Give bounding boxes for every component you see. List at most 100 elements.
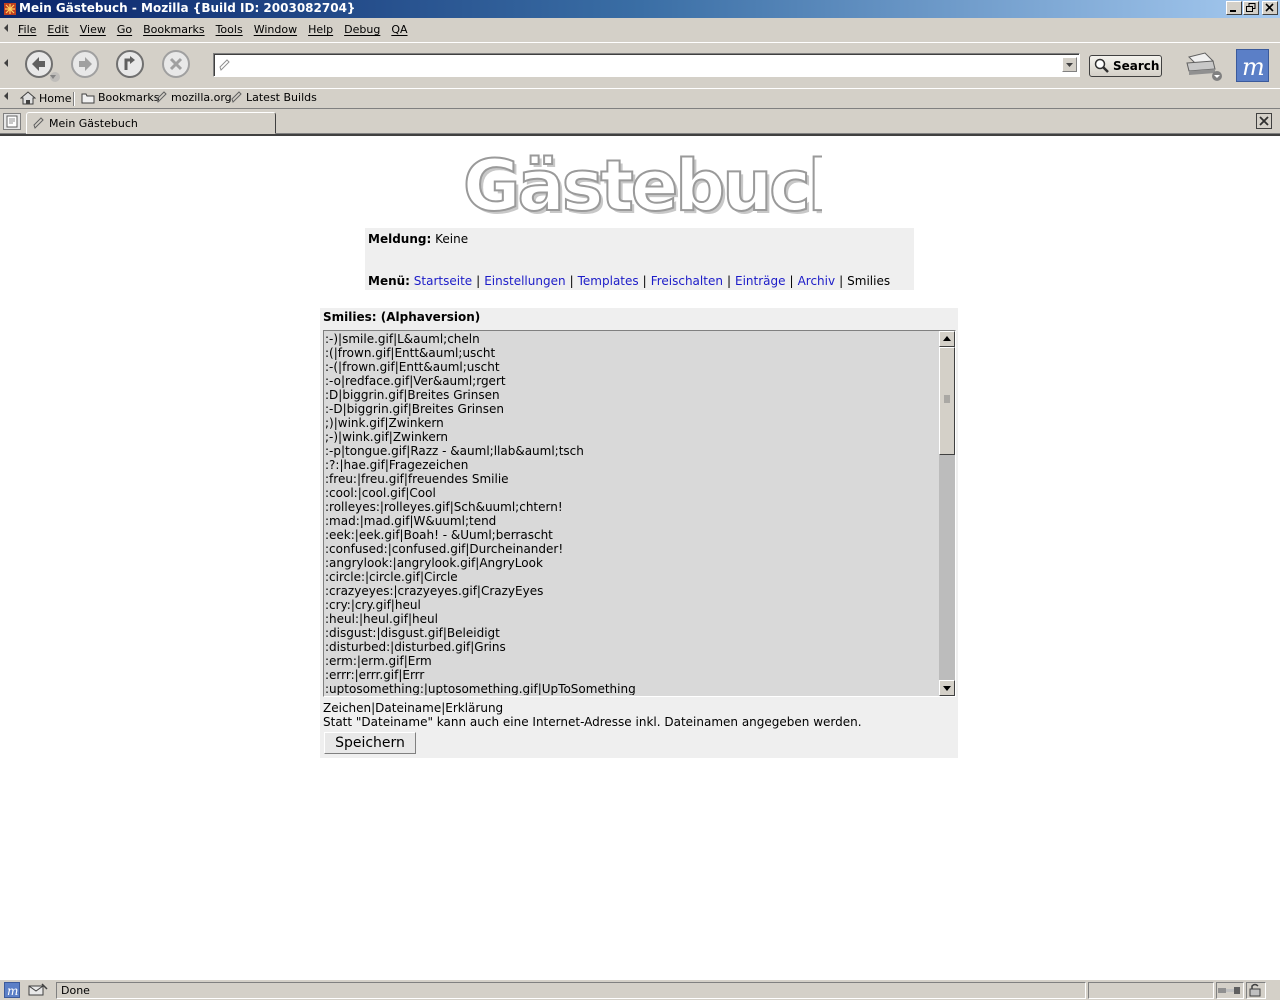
menu-tools[interactable]: Tools xyxy=(216,23,243,36)
menu-qa[interactable]: QA xyxy=(391,23,407,36)
smilies-textarea-content[interactable]: :-)|smile.gif|L&auml;cheln:(|frown.gif|E… xyxy=(325,332,939,695)
lock-icon xyxy=(1249,983,1261,997)
toolbar-grip-icon[interactable] xyxy=(2,90,12,106)
url-history-dropdown[interactable] xyxy=(1062,57,1077,72)
bookmark-latest-builds[interactable]: Latest Builds xyxy=(231,91,317,104)
toolbar-grip-icon[interactable] xyxy=(2,57,12,73)
online-indicator[interactable] xyxy=(1216,982,1244,999)
new-tab-icon[interactable] xyxy=(3,113,21,130)
url-bar[interactable] xyxy=(213,53,1080,77)
home-button[interactable]: Home xyxy=(20,91,71,105)
smilie-line: :heul:|heul.gif|heul xyxy=(325,612,438,626)
search-button[interactable]: Search xyxy=(1089,55,1162,77)
back-button[interactable] xyxy=(24,49,60,82)
smilie-line: :circle:|circle.gif|Circle xyxy=(325,570,458,584)
menu-go[interactable]: Go xyxy=(117,23,132,36)
mail-status-button[interactable] xyxy=(28,982,48,998)
mozilla-status-button[interactable]: m xyxy=(4,982,20,998)
admin-menu-label: Menü: xyxy=(368,274,410,288)
bookmark-label: mozilla.org xyxy=(171,91,232,104)
menu-link-freischalten[interactable]: Freischalten xyxy=(651,274,723,288)
online-icon xyxy=(1218,987,1240,994)
forward-icon xyxy=(71,50,99,78)
smilie-line: :freu:|freu.gif|freuendes Smilie xyxy=(325,472,509,486)
bookmarks-button[interactable]: Bookmarks xyxy=(81,91,159,104)
hint-format: Zeichen|Dateiname|Erklärung xyxy=(323,701,504,715)
mozilla-status-icon: m xyxy=(4,982,20,998)
grip-icon xyxy=(944,395,950,403)
tab-close-icon xyxy=(1259,116,1269,126)
scroll-down-button[interactable] xyxy=(939,680,955,696)
message-value: Keine xyxy=(435,232,469,246)
close-icon xyxy=(1265,3,1274,12)
menu-current-smilies: Smilies xyxy=(847,274,891,288)
menu-debug[interactable]: Debug xyxy=(344,23,380,36)
menu-file[interactable]: File xyxy=(18,23,36,36)
tab-close-button[interactable] xyxy=(1256,113,1272,129)
mail-status-icon xyxy=(28,983,48,996)
tab-label: Mein Gästebuch xyxy=(49,116,138,130)
textarea-scrollbar[interactable] xyxy=(939,331,955,696)
scroll-thumb[interactable] xyxy=(939,347,955,455)
page-icon xyxy=(33,116,44,129)
back-icon xyxy=(25,50,60,82)
scroll-up-button[interactable] xyxy=(939,331,955,347)
bookmark-mozilla-org[interactable]: mozilla.org xyxy=(156,91,232,104)
menu-link-archiv[interactable]: Archiv xyxy=(798,274,836,288)
minimize-icon xyxy=(1230,10,1236,12)
guestbook-logo: Gästebuch Gästebuch xyxy=(462,144,822,218)
smilie-line: :rolleyes:|rolleyes.gif|Sch&uuml;chtern! xyxy=(325,500,563,514)
menu-link-einstellungen[interactable]: Einstellungen xyxy=(484,274,565,288)
smilie-line: ;-)|wink.gif|Zwinkern xyxy=(325,430,449,444)
menu-bookmarks[interactable]: Bookmarks xyxy=(143,23,204,36)
smilie-line: :disturbed:|disturbed.gif|Grins xyxy=(325,640,506,654)
smilie-line: :errr:|errr.gif|Errr xyxy=(325,668,425,682)
reload-button[interactable] xyxy=(115,49,145,79)
menu-edit[interactable]: Edit xyxy=(47,23,68,36)
status-bar: m Done xyxy=(0,979,1280,1000)
menu-link-templates[interactable]: Templates xyxy=(578,274,639,288)
url-input[interactable] xyxy=(234,57,1054,73)
smilie-line: :-D|biggrin.gif|Breites Grinsen xyxy=(325,402,504,416)
bookmark-label: Latest Builds xyxy=(246,91,317,104)
save-button[interactable]: Speichern xyxy=(324,732,416,754)
navigation-toolbar: Search m xyxy=(0,42,1280,88)
security-indicator[interactable] xyxy=(1246,982,1266,999)
smilie-line: :angrylook:|angrylook.gif|AngryLook xyxy=(325,556,543,570)
smilie-line: ;)|wink.gif|Zwinkern xyxy=(325,416,444,430)
smilie-line: :erm:|erm.gif|Erm xyxy=(325,654,432,668)
smilies-hint: Zeichen|Dateiname|Erklärung Statt "Datei… xyxy=(323,701,862,729)
menu-window[interactable]: Window xyxy=(254,23,297,36)
print-button[interactable] xyxy=(1183,47,1223,83)
scroll-up-icon xyxy=(943,336,951,341)
smilie-line: :confused:|confused.gif|Durcheinander! xyxy=(325,542,564,556)
tab-mein-gaestebuch[interactable]: Mein Gästebuch xyxy=(26,112,276,134)
scroll-down-icon xyxy=(943,686,951,691)
menu-link-startseite[interactable]: Startseite xyxy=(414,274,472,288)
menu-view[interactable]: View xyxy=(80,23,106,36)
smilie-line: :-)|smile.gif|L&auml;cheln xyxy=(325,332,480,346)
message-panel: Meldung: Keine Menü: Startseite | Einstell… xyxy=(365,228,914,290)
menu-help[interactable]: Help xyxy=(308,23,333,36)
mozilla-throbber[interactable]: m xyxy=(1236,49,1269,82)
minimize-button[interactable] xyxy=(1226,1,1242,15)
maximize-button[interactable] xyxy=(1243,1,1259,15)
progress-panel xyxy=(1088,982,1214,999)
menu-link-eintraege[interactable]: Einträge xyxy=(735,274,786,288)
stop-icon xyxy=(162,50,190,78)
maximize-icon xyxy=(1246,3,1256,12)
forward-button[interactable] xyxy=(70,49,100,79)
smilie-line: :-o|redface.gif|Ver&auml;rgert xyxy=(325,374,506,388)
tab-bar: Mein Gästebuch xyxy=(0,110,1280,134)
smilie-line: :mad:|mad.gif|W&uuml;tend xyxy=(325,514,497,528)
smilie-line: :-(|frown.gif|Entt&auml;uscht xyxy=(325,360,500,374)
smilie-line: :(|frown.gif|Entt&auml;uscht xyxy=(325,346,496,360)
smilies-textarea[interactable]: :-)|smile.gif|L&auml;cheln:(|frown.gif|E… xyxy=(323,330,956,697)
smilies-form: Smilies: (Alphaversion) :-)|smile.gif|L&… xyxy=(320,308,958,758)
smilie-line: :?:|hae.gif|Fragezeichen xyxy=(325,458,469,472)
message-label: Meldung: xyxy=(368,232,432,246)
stop-button[interactable] xyxy=(161,49,191,79)
close-button[interactable] xyxy=(1262,1,1278,15)
smilie-line: :disgust:|disgust.gif|Beleidigt xyxy=(325,626,500,640)
toolbar-grip-icon[interactable] xyxy=(2,22,12,38)
